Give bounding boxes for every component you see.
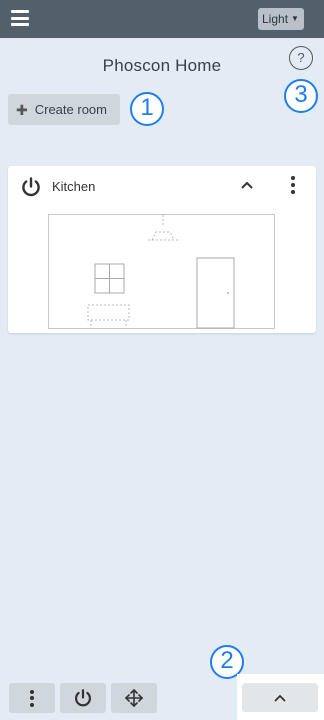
more-vertical-icon xyxy=(30,689,34,707)
create-room-button[interactable]: ✚ Create room xyxy=(8,94,120,125)
chevron-up-icon xyxy=(274,694,286,702)
annotation-marker-1: 1 xyxy=(130,92,164,126)
more-vertical-icon[interactable] xyxy=(283,174,303,196)
move-button[interactable] xyxy=(111,683,157,713)
room-card-kitchen[interactable]: Kitchen xyxy=(8,166,316,333)
bottom-expand-panel xyxy=(237,674,324,720)
expand-button[interactable] xyxy=(242,683,318,712)
power-button[interactable] xyxy=(60,683,106,713)
power-icon xyxy=(75,689,91,707)
plus-icon: ✚ xyxy=(16,101,28,118)
hamburger-menu-icon[interactable] xyxy=(11,10,29,26)
create-room-label: Create room xyxy=(34,102,107,117)
help-button[interactable]: ? xyxy=(289,46,313,70)
room-name: Kitchen xyxy=(52,179,96,194)
move-arrows-icon xyxy=(124,688,144,708)
more-options-button[interactable] xyxy=(9,683,55,713)
annotation-marker-3: 3 xyxy=(284,79,318,113)
chevron-down-icon: ▼ xyxy=(291,14,299,23)
power-icon[interactable] xyxy=(20,176,42,198)
page-title: Phoscon Home xyxy=(102,56,222,75)
room-illustration xyxy=(48,214,275,329)
chevron-up-icon[interactable] xyxy=(237,175,257,195)
theme-select-value: Light xyxy=(262,12,289,26)
top-app-bar: Light ▼ xyxy=(0,0,324,38)
theme-select[interactable]: Light ▼ xyxy=(258,8,304,30)
